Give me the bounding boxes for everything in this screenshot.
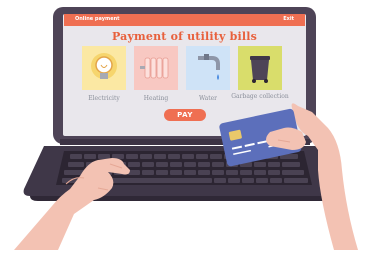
app-header: Online payment Exit — [64, 14, 305, 26]
utility-label-garbage: Garbage collection — [231, 93, 289, 100]
faucet-icon — [198, 54, 220, 80]
page-title: Payment of utility bills — [111, 30, 258, 43]
header-title: Online payment — [75, 16, 120, 22]
utility-tile-heating[interactable] — [134, 46, 178, 90]
utility-tile-electricity[interactable] — [82, 46, 126, 90]
exit-link[interactable]: Exit — [283, 16, 294, 22]
utility-tile-water[interactable] — [186, 46, 230, 90]
payment-screen: Online payment Exit Payment of utility b… — [64, 14, 305, 134]
pay-button[interactable]: PAY — [164, 109, 206, 121]
radiator-icon — [140, 57, 169, 79]
illustration: Online payment Exit Payment of utility b… — [0, 0, 369, 255]
garbage-bin-icon — [250, 56, 270, 83]
lightbulb-icon — [91, 53, 117, 79]
utility-label-heating: Heating — [143, 95, 169, 102]
utility-label-electricity: Electricity — [88, 95, 120, 102]
utility-label-water: Water — [198, 95, 218, 102]
utility-tile-garbage[interactable] — [238, 46, 282, 90]
